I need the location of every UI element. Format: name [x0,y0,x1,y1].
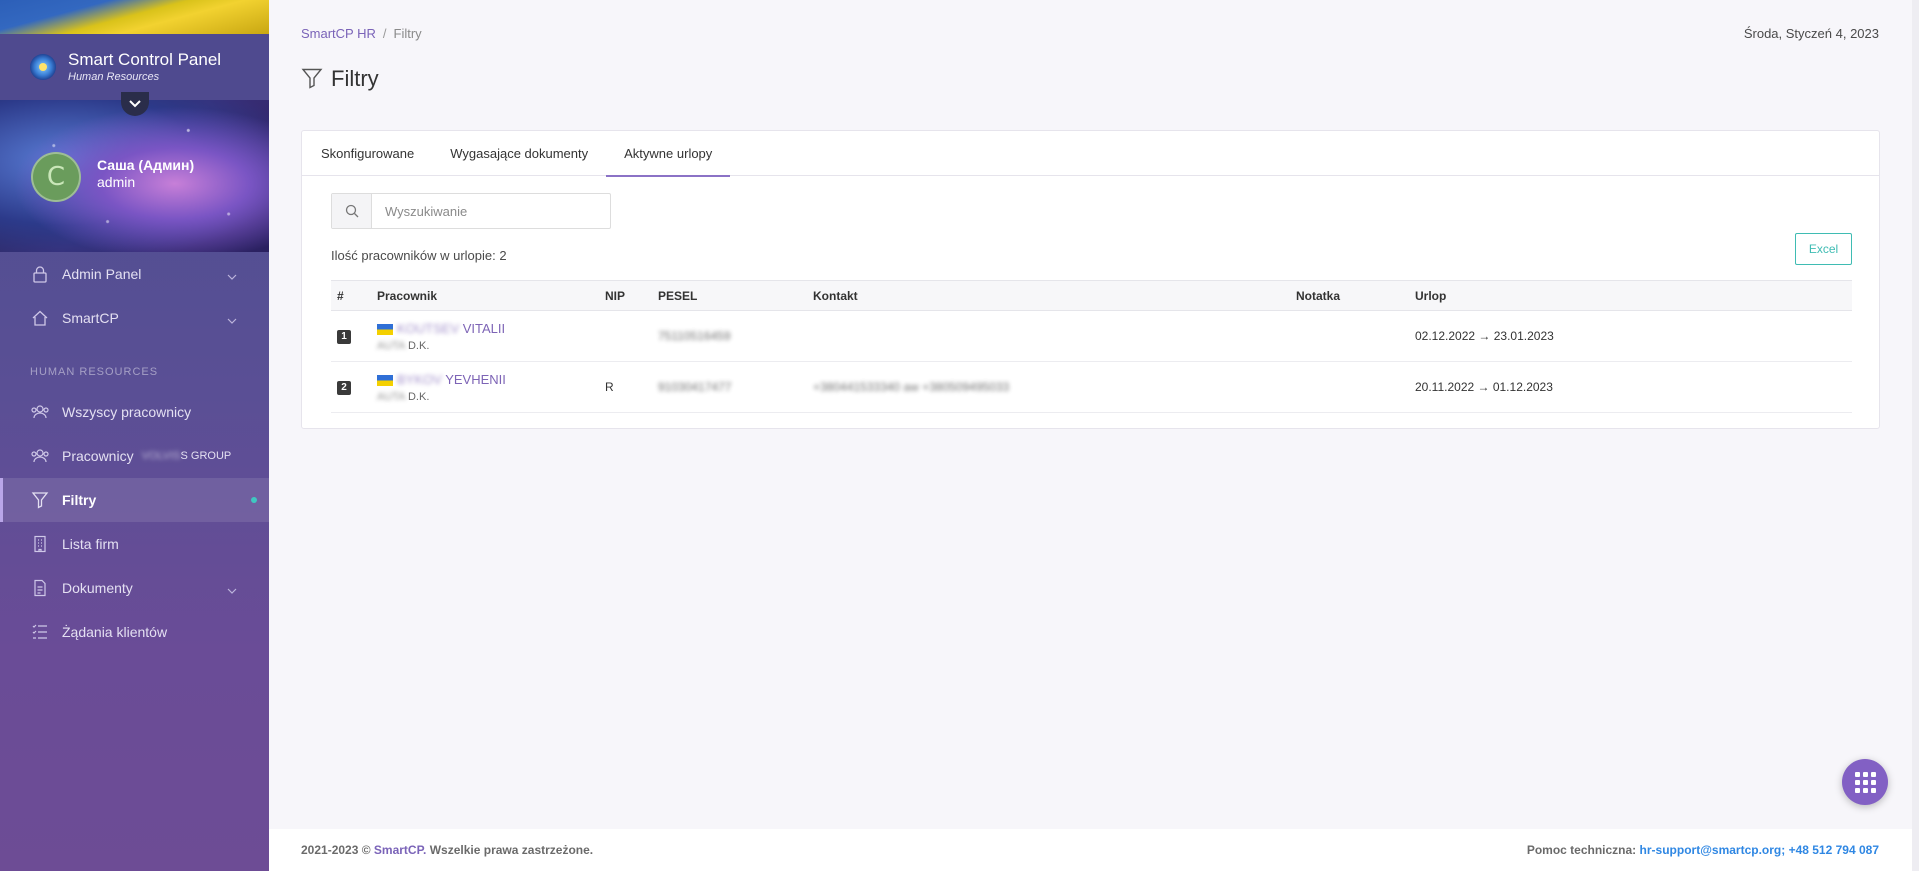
sidebar-item-admin-panel[interactable]: Admin Panel [0,252,269,296]
tabs: Skonfigurowane Wygasające dokumenty Akty… [302,131,1879,177]
building-icon [30,534,50,554]
sidebar-item-smartcp[interactable]: SmartCP [0,296,269,340]
employee-company: AUTA D.K. [377,339,430,352]
active-indicator-dot [251,497,257,503]
nip-cell: R [599,361,652,413]
nip-cell [599,310,652,362]
sidebar-item-client-requests[interactable]: Żądania klientów [0,610,269,654]
employee-link[interactable]: BYKOV YEVHENII [397,372,506,387]
leave-period-cell: 20.11.2022 → 01.12.2023 [1409,361,1852,413]
user-panel: C Саша (Админ) admin [0,92,269,252]
document-icon [30,578,50,598]
chevron-down-icon [227,311,237,327]
nav-section-label: HUMAN RESOURCES [30,366,159,378]
brand[interactable]: Smart Control Panel Human Resources [0,34,269,100]
list-icon [30,622,50,642]
sidebar-item-label: Admin Panel [62,266,142,282]
chevron-down-icon[interactable] [121,92,149,116]
sidebar-item-label: Lista firm [62,536,119,552]
table-header-row: # Pracownik NIP PESEL Kontakt Notatka Ur… [331,280,1852,311]
filter-icon [301,67,323,92]
breadcrumb-root-link[interactable]: SmartCP HR [301,26,376,41]
excel-export-button[interactable]: Excel [1795,233,1852,265]
ukraine-flag-icon [377,323,393,335]
home-icon [30,308,50,328]
tab-configured[interactable]: Skonfigurowane [303,131,432,176]
column-header[interactable]: Pracownik [371,280,599,311]
brand-logo-icon [30,54,56,80]
chevron-down-icon [227,267,237,283]
tab-expiring-documents[interactable]: Wygasające dokumenty [432,131,606,176]
sidebar-item-label: SmartCP [62,310,119,326]
note-cell [1290,361,1409,413]
column-header[interactable]: PESEL [652,280,807,311]
column-header[interactable]: Urlop [1409,280,1852,311]
breadcrumb-current: Filtry [393,26,422,41]
pesel-cell: 91030417477 [652,361,807,413]
page-title: Filtry [301,66,379,92]
copyright: 2021-2023 © SmartCP. Wszelkie prawa zast… [301,843,594,857]
current-date: Środa, Styczeń 4, 2023 [1743,26,1879,41]
column-header[interactable]: Notatka [1290,280,1409,311]
sidebar-item-label: Żądania klientów [62,624,168,640]
group-name: VOLVISS GROUP [141,450,232,462]
row-number: 1 [337,330,351,344]
sidebar-item-label: Wszyscy pracownicy [62,404,192,420]
sidebar-nav: Admin Panel SmartCP HUMAN RESOURCES Wszy… [0,252,269,654]
filter-icon [30,490,50,510]
search-icon [332,194,372,228]
employee-link[interactable]: KOUTSEV VITALII [397,321,505,336]
user-name: Саша (Админ) [97,157,195,173]
sidebar-item-label: Pracownicy [62,448,134,464]
tab-active-leaves[interactable]: Aktywne urlopy [606,131,731,177]
avatar[interactable]: C [31,152,81,202]
sidebar-item-filters[interactable]: Filtry [0,478,269,522]
sidebar-item-label: Dokumenty [62,580,133,596]
main-content: SmartCP HR / Filtry Środa, Styczeń 4, 2023… [269,0,1919,871]
note-cell [1290,310,1409,362]
sidebar-item-documents[interactable]: Dokumenty [0,566,269,610]
page-title-text: Filtry [331,66,379,91]
column-header[interactable]: Kontakt [807,280,1290,311]
breadcrumb: SmartCP HR / Filtry [301,26,422,41]
column-header[interactable]: # [331,280,371,311]
search-box [331,193,611,229]
sidebar-item-label: Filtry [62,492,97,508]
users-icon [30,446,50,466]
table-row: 2 BYKOV YEVHENII AUTA D.K. R 91030417477… [331,361,1852,413]
footer: 2021-2023 © SmartCP. Wszelkie prawa zast… [269,829,1919,871]
active-leaves-table: # Pracownik NIP PESEL Kontakt Notatka Ur… [331,280,1852,413]
table-row: 1 KOUTSEV VITALII AUTA D.K. 75110516459 … [331,310,1852,362]
lock-icon [30,264,50,284]
contact-cell: +380441533340 aw +380509495033 [807,361,1290,413]
scrollbar[interactable] [1912,0,1919,871]
chevron-down-icon [227,581,237,597]
contact-cell [807,310,1290,362]
ukraine-flag-icon [377,374,393,386]
sidebar: Smart Control Panel Human Resources C Са… [0,0,269,871]
column-header[interactable]: NIP [599,280,652,311]
pesel-cell: 75110516459 [652,310,807,362]
footer-brand-link[interactable]: SmartCP. [374,843,426,857]
ukraine-flag-banner [0,0,269,34]
user-role: admin [97,174,136,190]
brand-subtitle: Human Resources [68,71,160,83]
sidebar-item-employees-group[interactable]: Pracownicy VOLVISS GROUP [0,434,269,478]
leave-period-cell: 02.12.2022 → 23.01.2023 [1409,310,1852,362]
sidebar-item-all-employees[interactable]: Wszyscy pracownicy [0,390,269,434]
row-number: 2 [337,381,351,395]
breadcrumb-separator: / [382,26,387,41]
sidebar-item-companies[interactable]: Lista firm [0,522,269,566]
employee-company: AUTA D.K. [377,390,430,403]
apps-grid-button[interactable] [1842,759,1888,805]
support-contact-link[interactable]: hr-support@smartcp.org; +48 512 794 087 [1640,843,1879,857]
support-info: Pomoc techniczna: hr-support@smartcp.org… [1526,843,1879,857]
brand-title: Smart Control Panel [68,50,222,69]
users-icon [30,402,50,422]
filters-card: Skonfigurowane Wygasające dokumenty Akty… [301,130,1880,429]
employees-on-leave-count: Ilość pracowników w urlopie: 2 [331,248,507,263]
search-input[interactable] [372,194,610,228]
